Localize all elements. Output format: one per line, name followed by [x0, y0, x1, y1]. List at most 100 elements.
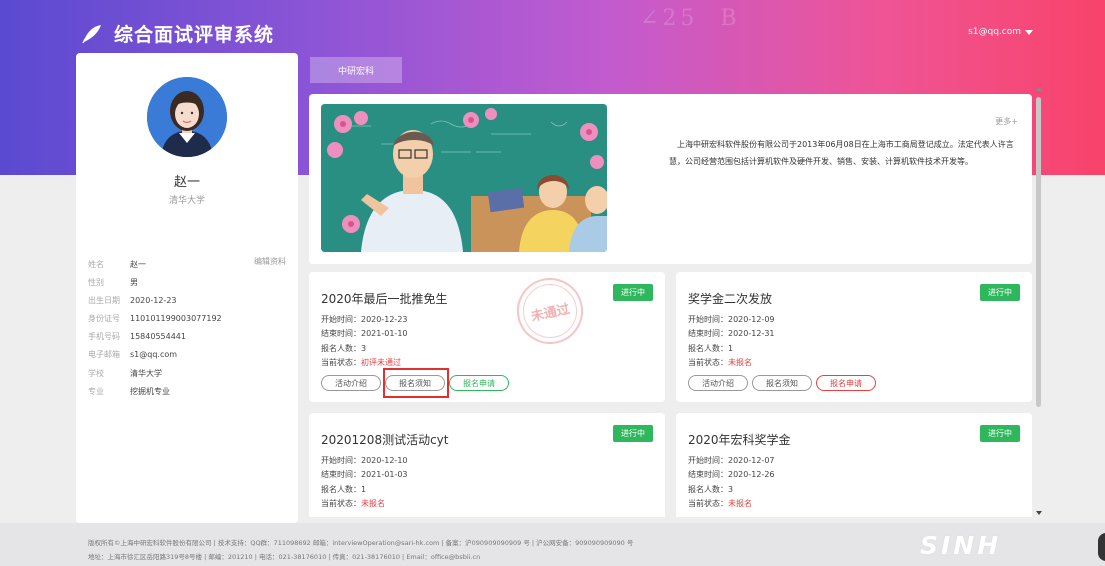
- applicant-count-value: 3: [728, 484, 734, 494]
- info-row-birthdate: 出生日期 2020-12-23: [88, 292, 222, 310]
- card-actions: 活动介绍 报名须知 报名申请: [321, 375, 509, 391]
- apply-button[interactable]: 报名申请: [449, 375, 509, 391]
- end-time-line: 结束时间：2021-01-03: [321, 468, 408, 482]
- stamp-text: 未通过: [517, 278, 583, 344]
- leaf-logo-icon: [82, 24, 101, 43]
- activity-intro-button[interactable]: 活动介绍: [321, 375, 381, 391]
- current-status-line: 当前状态：未报名: [688, 497, 775, 511]
- activity-card: 奖学金二次发放 进行中 开始时间：2020-12-09 结束时间：2020-12…: [676, 272, 1032, 402]
- activity-title: 奖学金二次发放: [688, 292, 773, 306]
- applicant-count-line: 报名人数：3: [688, 483, 775, 497]
- apply-button[interactable]: 报名申请: [816, 375, 876, 391]
- status-badge: 进行中: [980, 425, 1020, 442]
- info-label: 电子邮箱: [88, 350, 120, 360]
- end-time-line: 结束时间：2020-12-31: [688, 327, 775, 341]
- edit-profile-link[interactable]: 编辑资料: [254, 256, 286, 267]
- current-status-value: 未报名: [361, 499, 385, 509]
- applicant-count-value: 1: [361, 484, 367, 494]
- user-email: s1@qq.com: [968, 27, 1021, 37]
- start-time-line: 开始时间：2020-12-10: [321, 454, 408, 468]
- info-label: 手机号码: [88, 332, 120, 342]
- activity-details: 开始时间：2020-12-07 结束时间：2020-12-26 报名人数：3 当…: [688, 454, 775, 512]
- company-intro-panel: 更多+ 上海中研宏科软件股份有限公司于2013年06月08日在上海市工商局登记成…: [309, 94, 1032, 264]
- start-time-label: 开始时间：: [688, 315, 728, 324]
- start-time-label: 开始时间：: [321, 456, 361, 465]
- scroll-thumb[interactable]: [1036, 97, 1041, 407]
- end-time-value: 2021-01-03: [361, 470, 408, 480]
- activity-title: 2020年最后一批推免生: [321, 292, 448, 306]
- profile-panel: 赵一 清华大学 编辑资料 姓名 赵一 性别 男 出生日期 2020-12-23 身份证…: [76, 53, 298, 523]
- activity-card: 20201208测试活动cyt 进行中 开始时间：2020-12-10 结束时间…: [309, 413, 665, 517]
- app-title: 综合面试评审系统: [114, 24, 275, 46]
- info-label: 专业: [88, 386, 104, 396]
- caret-down-icon: [1025, 29, 1033, 35]
- page-footer: 版权所有©上海中研宏科软件股份有限公司 | 技术支持：QQ群：711098692…: [0, 523, 1105, 566]
- info-label: 姓名: [88, 260, 104, 269]
- avatar: [147, 77, 227, 157]
- start-time-line: 开始时间：2020-12-09: [688, 313, 775, 327]
- status-badge: 进行中: [980, 284, 1020, 301]
- info-value: 15840554441: [130, 332, 186, 342]
- more-link[interactable]: 更多+: [995, 116, 1018, 127]
- info-label: 学校: [88, 368, 104, 378]
- end-time-value: 2020-12-26: [728, 470, 775, 480]
- end-time-value: 2021-01-10: [361, 329, 408, 339]
- info-row-gender: 性别 男: [88, 274, 222, 292]
- current-status-line: 当前状态：未报名: [321, 497, 408, 511]
- main-scrollbar[interactable]: [1034, 85, 1044, 517]
- info-row-major: 专业 挖掘机专业: [88, 383, 222, 401]
- current-status-label: 当前状态：: [688, 358, 728, 368]
- start-time-label: 开始时间：: [321, 315, 361, 324]
- end-time-label: 结束时间：: [321, 470, 361, 480]
- activity-details: 开始时间：2020-12-09 结束时间：2020-12-31 报名人数：1 当…: [688, 313, 775, 371]
- footer-address: 地址：上海市徐汇区岳阳路319号8号楼 | 邮编：201210 | 电话：021…: [88, 553, 481, 561]
- info-row-phone: 手机号码 15840554441: [88, 328, 222, 346]
- applicant-count-label: 报名人数：: [688, 343, 728, 353]
- info-row-email: 电子邮箱 s1@qq.com: [88, 346, 222, 364]
- info-value: 男: [130, 278, 138, 288]
- profile-name: 赵一: [173, 175, 200, 190]
- info-value: 挖掘机专业: [130, 386, 170, 396]
- current-status-value: 未报名: [728, 499, 752, 509]
- applicant-count-value: 3: [361, 343, 367, 353]
- applicant-count-line: 报名人数：1: [688, 342, 775, 356]
- avatar-portrait: [147, 77, 227, 157]
- info-value: 清华大学: [130, 368, 162, 378]
- footer-brand-logo: SINH: [920, 531, 1002, 560]
- info-value: 110101199003077192: [130, 314, 222, 324]
- activity-title: 2020年宏科奖学金: [688, 433, 791, 447]
- application-notice-button[interactable]: 报名须知: [752, 375, 812, 391]
- end-time-label: 结束时间：: [688, 329, 728, 339]
- info-label: 出生日期: [88, 296, 120, 306]
- current-status-label: 当前状态：: [688, 499, 728, 509]
- card-actions: 活动介绍 报名须知 报名申请: [688, 375, 876, 391]
- scroll-up-arrow-icon[interactable]: [1036, 87, 1042, 91]
- activity-details: 开始时间：2020-12-23 结束时间：2021-01-10 报名人数：3 当…: [321, 313, 408, 371]
- info-label: 性别: [88, 278, 104, 288]
- activity-details: 开始时间：2020-12-10 结束时间：2021-01-03 报名人数：1 当…: [321, 454, 408, 512]
- info-value: s1@qq.com: [130, 350, 178, 360]
- user-menu[interactable]: s1@qq.com: [968, 27, 1033, 37]
- current-status-value: 初评未通过: [361, 358, 401, 368]
- start-time-value: 2020-12-07: [728, 456, 775, 465]
- info-row-name: 姓名 赵一: [88, 256, 222, 274]
- activity-card: 未通过 2020年最后一批推免生 进行中 开始时间：2020-12-23 结束时…: [309, 272, 665, 402]
- info-label: 身份证号: [88, 314, 120, 324]
- floating-widget[interactable]: [1098, 533, 1105, 561]
- current-status-line: 当前状态：初评未通过: [321, 356, 408, 370]
- application-notice-button[interactable]: 报名须知: [385, 375, 445, 391]
- start-time-line: 开始时间：2020-12-07: [688, 454, 775, 468]
- activity-intro-button[interactable]: 活动介绍: [688, 375, 748, 391]
- company-intro-text: 上海中研宏科软件股份有限公司于2013年06月08日在上海市工商局登记成立。法定…: [669, 140, 1014, 166]
- end-time-label: 结束时间：: [688, 470, 728, 480]
- scroll-down-arrow-icon[interactable]: [1036, 511, 1042, 515]
- info-row-id-number: 身份证号 110101199003077192: [88, 310, 222, 328]
- start-time-value: 2020-12-10: [361, 456, 408, 465]
- status-badge: 进行中: [613, 284, 653, 301]
- current-status-label: 当前状态：: [321, 358, 361, 368]
- header-decoration: ∠25 B: [640, 6, 741, 31]
- intro-illustration: [321, 104, 607, 252]
- app-logo[interactable]: 综合面试评审系统: [80, 20, 274, 47]
- tab-zhongyan[interactable]: 中研宏科: [310, 57, 402, 83]
- current-status-label: 当前状态：: [321, 499, 361, 509]
